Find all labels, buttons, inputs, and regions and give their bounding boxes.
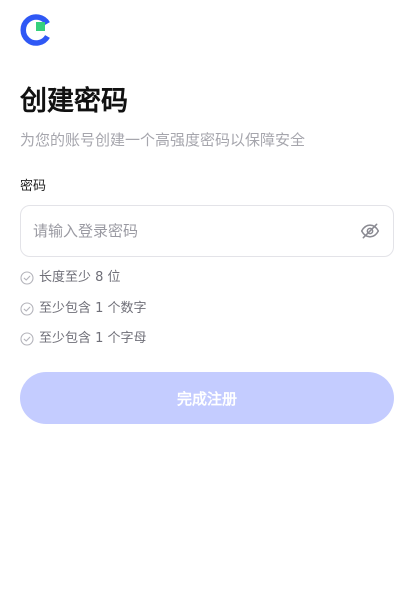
requirement-text: 至少包含 1 个字母 (39, 331, 147, 346)
eye-off-icon[interactable] (359, 220, 381, 242)
password-input[interactable] (33, 222, 359, 240)
page-title: 创建密码 (20, 86, 128, 117)
brand-logo-icon (20, 14, 52, 46)
check-circle-icon (20, 271, 34, 285)
requirement-digit: 至少包含 1 个数字 (20, 299, 147, 319)
page-subtitle: 为您的账号创建一个高强度密码以保障安全 (20, 131, 306, 149)
create-password-screen: 创建密码 为您的账号创建一个高强度密码以保障安全 密码 长度至少 8 位 至少包… (0, 0, 414, 612)
requirement-min-length: 长度至少 8 位 (20, 268, 147, 288)
requirement-text: 至少包含 1 个数字 (39, 300, 147, 316)
password-label: 密码 (20, 179, 47, 194)
password-field-container (20, 205, 394, 257)
complete-registration-button[interactable]: 完成注册 (20, 372, 394, 424)
requirement-letter: 至少包含 1 个字母 (20, 329, 147, 349)
check-circle-icon (20, 332, 34, 346)
password-requirements-list: 长度至少 8 位 至少包含 1 个数字 至少包含 1 个字母 (20, 268, 147, 360)
requirement-text: 长度至少 8 位 (39, 270, 121, 285)
check-circle-icon (20, 301, 34, 316)
